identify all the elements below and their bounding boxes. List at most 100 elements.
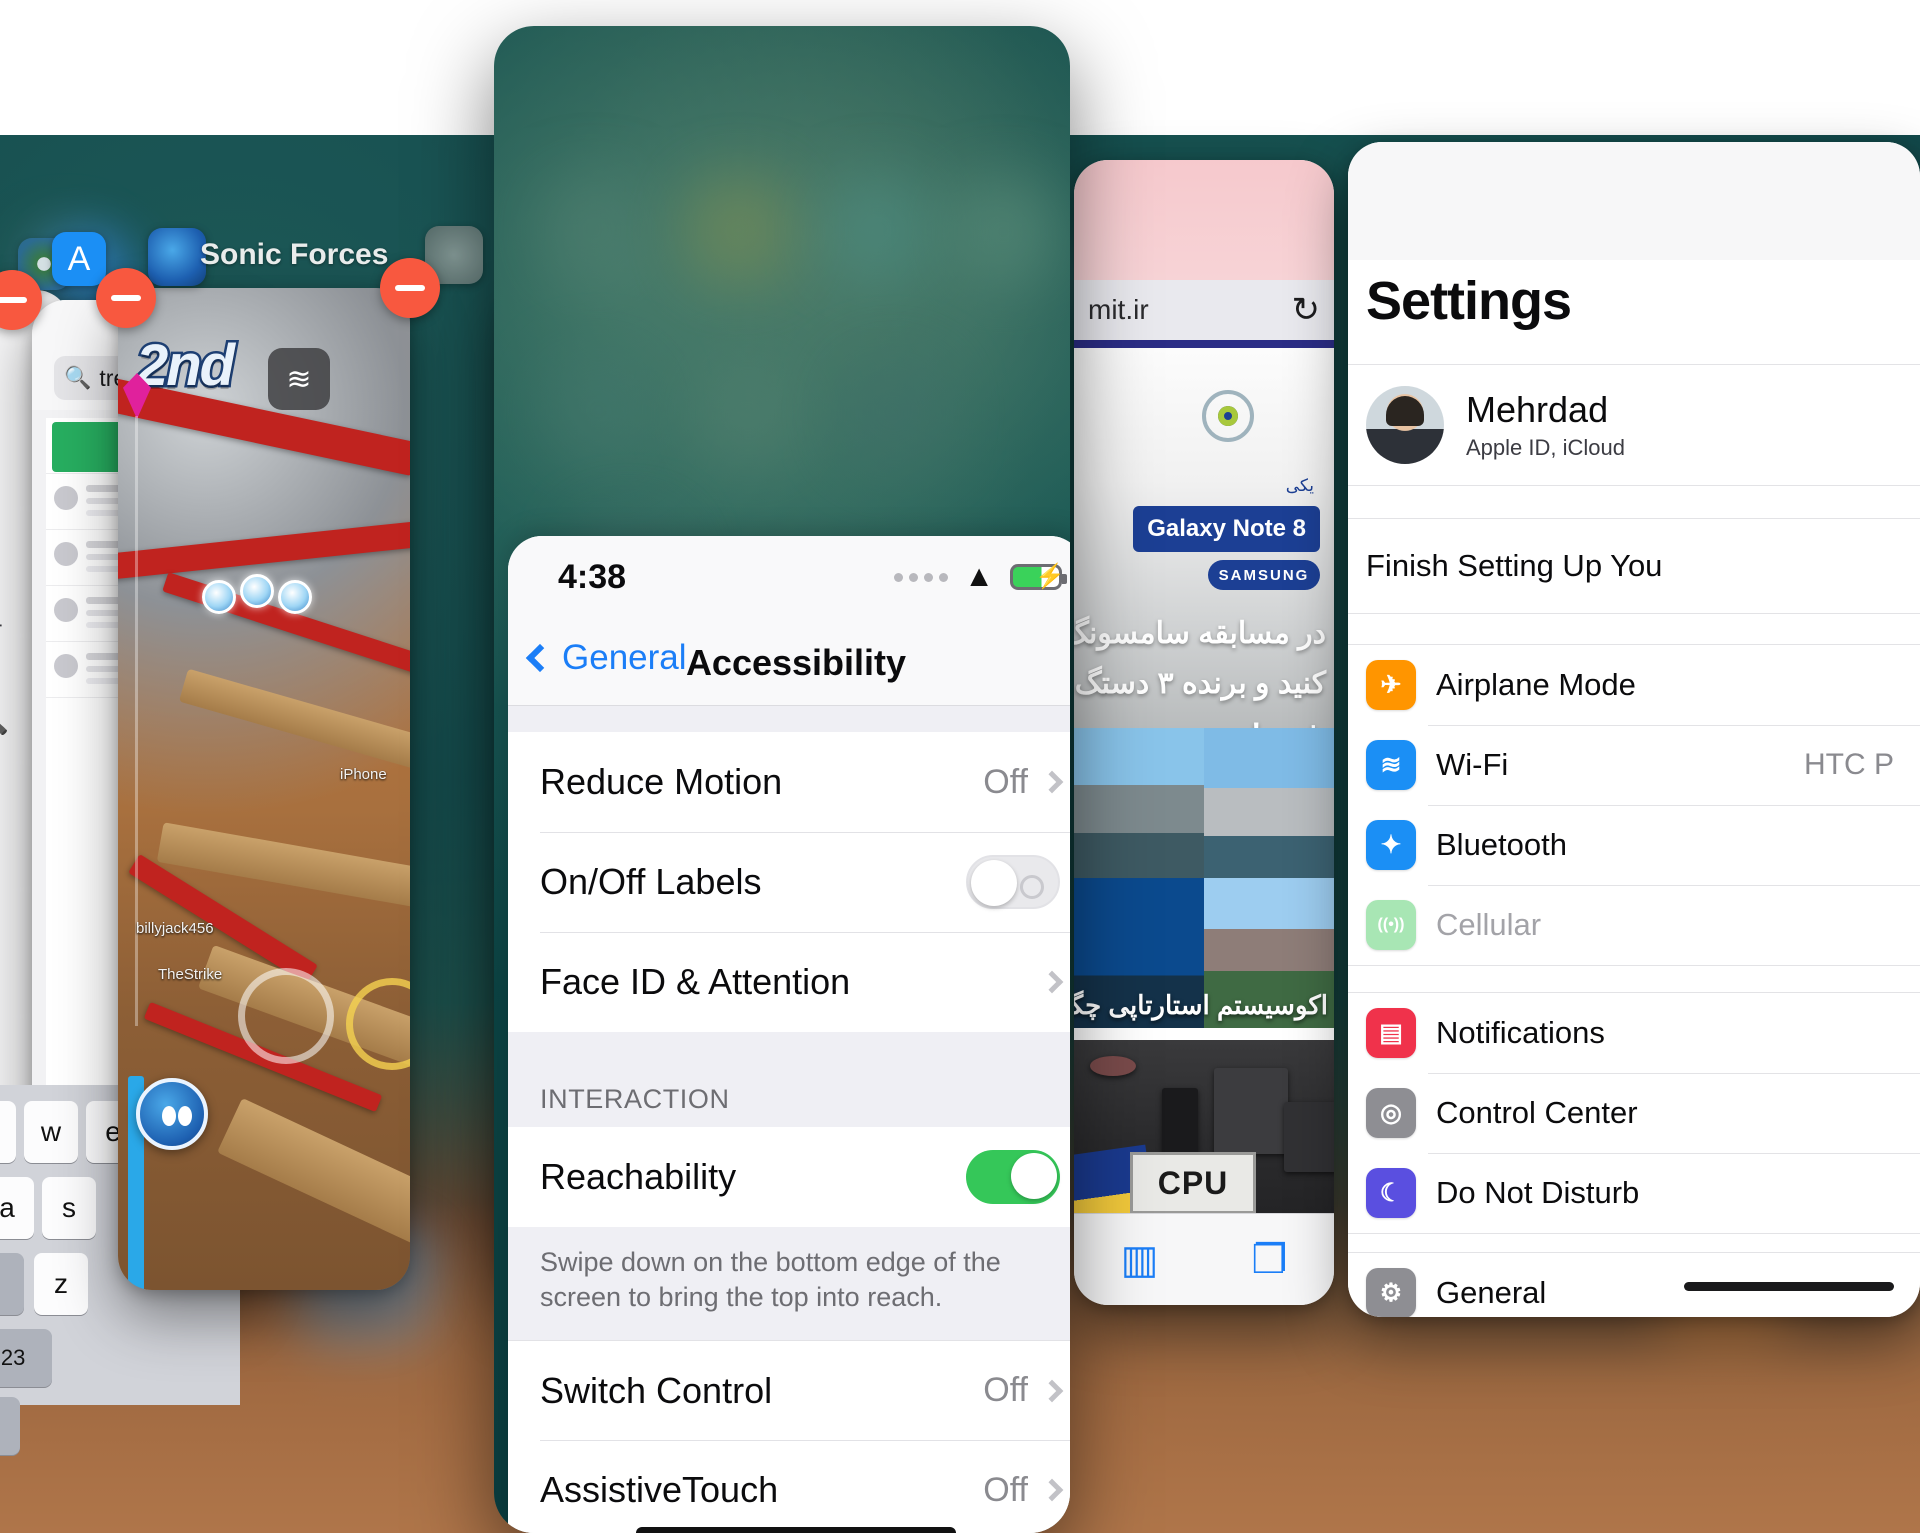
finish-setup-label: Finish Setting Up You [1366, 548, 1663, 583]
reachability-footer-note: Swipe down on the bottom edge of the scr… [508, 1227, 1070, 1341]
ad-headline-1: در مسابقه سامسونگ [1074, 617, 1326, 650]
navigation-bar: General Accessibility [508, 620, 1070, 706]
row-value: Off [983, 1470, 1028, 1509]
finish-setup-row[interactable]: Finish Setting Up You [1348, 518, 1920, 614]
search-icon: 🔍 [64, 365, 92, 390]
settings-row-control-center[interactable]: ◎ Control Center [1348, 1073, 1920, 1153]
key-w[interactable]: w [24, 1101, 78, 1163]
row-switch-control[interactable]: Switch Control Off [508, 1340, 1070, 1441]
advertisement-banner[interactable]: یکی Galaxy Note 8 SAMSUNG در مسابقه سامس… [1074, 348, 1334, 728]
signal-dots-icon [894, 572, 949, 582]
samsung-logo: SAMSUNG [1208, 560, 1320, 590]
settings-row-airplane-mode[interactable]: ✈ Airplane Mode [1348, 645, 1920, 725]
sonic-forces-app-label: Sonic Forces [200, 238, 389, 271]
settings-row-notifications[interactable]: ▤ Notifications [1348, 993, 1920, 1073]
moon-icon: ☾ [1366, 1168, 1416, 1218]
device-label: iPhone [340, 766, 387, 783]
key-q[interactable]: q [0, 1101, 16, 1163]
close-card-button[interactable] [380, 258, 440, 318]
section-header-interaction: INTERACTION [508, 1032, 1070, 1127]
chaos-emerald-icon [278, 580, 312, 614]
grid-image [1074, 728, 1204, 878]
home-indicator [636, 1527, 956, 1533]
ring-icon[interactable] [238, 968, 334, 1064]
app-card-settings-root[interactable]: Settings Mehrdad Apple ID, iCloud Finish… [1348, 142, 1920, 1317]
cellular-icon: ((•)) [1366, 900, 1416, 950]
article-image-grid[interactable] [1074, 728, 1334, 1028]
row-reduce-motion[interactable]: Reduce Motion Off [508, 732, 1070, 832]
home-indicator [1684, 1282, 1894, 1291]
sonic-forces-app-icon [148, 228, 206, 286]
wifi-icon: ≋ [1366, 740, 1416, 790]
accessibility-rows-group-2[interactable]: Switch Control Off AssistiveTouch Off [508, 1340, 1070, 1533]
close-card-button[interactable] [96, 268, 156, 328]
ring-icon[interactable] [346, 978, 410, 1070]
settings-row-cellular[interactable]: ((•)) Cellular [1348, 885, 1920, 965]
accessibility-rows-group-1[interactable]: Reduce Motion Off On/Off Labels Face ID … [508, 732, 1070, 1032]
battery-charging-icon: ⚡ [1010, 564, 1067, 590]
account-subtitle: Apple ID, iCloud [1466, 435, 1625, 460]
back-arrow-icon[interactable]: ← [0, 590, 11, 644]
settings-group-connectivity[interactable]: ✈ Airplane Mode ≋ Wi-Fi HTC P ✦ Bluetoot… [1348, 644, 1920, 966]
accessibility-sheet: 4:38 ▲ ⚡ General Accessibility Reduce Mo… [508, 536, 1070, 1533]
key-s[interactable]: s [42, 1177, 96, 1239]
rank-badge: 2nd [133, 331, 237, 401]
wifi-icon: ▲ [964, 560, 994, 593]
apple-id-row[interactable]: Mehrdad Apple ID, iCloud [1348, 364, 1920, 486]
search-icon[interactable]: 🔍 [0, 690, 10, 737]
key-numbers[interactable]: 123 [0, 1329, 52, 1387]
reload-icon[interactable]: ↻ [1292, 290, 1321, 330]
settings-row-do-not-disturb[interactable]: ☾ Do Not Disturb [1348, 1153, 1920, 1233]
gear-icon: ⚙ [1366, 1268, 1416, 1317]
app-card-accessibility[interactable]: 4:38 ▲ ⚡ General Accessibility Reduce Mo… [494, 26, 1070, 1533]
settings-row-wifi[interactable]: ≋ Wi-Fi HTC P [1348, 725, 1920, 805]
target-icon [1202, 390, 1254, 442]
settings-group-notifications[interactable]: ▤ Notifications ◎ Control Center ☾ Do No… [1348, 992, 1920, 1234]
row-value: Off [983, 1371, 1028, 1410]
key-z[interactable]: z [34, 1253, 88, 1315]
address-bar[interactable]: mit.ir ↻ [1074, 280, 1334, 340]
site-header-bar [1074, 340, 1334, 348]
wifi-value: HTC P [1804, 748, 1894, 781]
key-shift[interactable]: ⇧ [0, 1253, 24, 1315]
page-title: Accessibility [685, 642, 907, 683]
row-assistivetouch[interactable]: AssistiveTouch Off [508, 1440, 1070, 1533]
chevron-right-icon [1040, 1478, 1064, 1502]
app-switcher-screen: Sonic Forces A ← 🔍 🔍 trello ᑎ Trello Org… [0, 0, 1920, 1533]
article-caption: اکوسیستم استارتاپی چگو [1074, 990, 1328, 1020]
reachability-toggle[interactable] [966, 1150, 1060, 1204]
page-title: Settings [1366, 271, 1572, 331]
row-reachability[interactable]: Reachability [508, 1127, 1070, 1227]
settings-row-bluetooth[interactable]: ✦ Bluetooth [1348, 805, 1920, 885]
chaos-emerald-icon [202, 580, 236, 614]
settings-root-statusbar [1348, 142, 1920, 260]
opponent-tag: TheStrike [158, 966, 223, 983]
bookmarks-icon[interactable]: ▥ [1121, 1237, 1159, 1283]
safari-toolbar[interactable]: ▥ ❐ [1074, 1213, 1334, 1305]
accessibility-rows-interaction[interactable]: Reachability [508, 1127, 1070, 1227]
key-a[interactable]: a [0, 1177, 34, 1239]
cpu-article-image: CPU [1074, 1040, 1334, 1213]
app-card-sonic-forces[interactable]: 2nd billyjack456 TheStrike iPhone [118, 288, 410, 1290]
cpu-label: CPU [1130, 1152, 1256, 1213]
avatar [1366, 386, 1444, 464]
ad-headline-2: کنید و برنده ۳ دستگ [1074, 667, 1326, 700]
control-center-icon: ◎ [1366, 1088, 1416, 1138]
tabs-icon[interactable]: ❐ [1252, 1237, 1288, 1283]
grid-image [1204, 728, 1334, 878]
list-spacer [508, 706, 1070, 732]
row-face-id-attention[interactable]: Face ID & Attention [508, 932, 1070, 1032]
player-tag: billyjack456 [136, 920, 214, 937]
app-card-safari[interactable]: mit.ir ↻ یکی Galaxy Note 8 SAMSUNG در مس… [1074, 160, 1334, 1305]
status-time: 4:38 [558, 558, 627, 596]
key-emoji[interactable]: ☺ [0, 1397, 20, 1455]
bluetooth-icon: ✦ [1366, 820, 1416, 870]
safari-top-chrome [1074, 160, 1334, 280]
sonic-avatar [136, 1078, 208, 1150]
on-off-labels-toggle[interactable] [966, 855, 1060, 909]
row-value: Off [983, 762, 1028, 801]
ad-badge: Galaxy Note 8 [1133, 506, 1320, 552]
notifications-icon: ▤ [1366, 1008, 1416, 1058]
row-on-off-labels[interactable]: On/Off Labels [508, 832, 1070, 932]
wifi-icon: ≋ [268, 348, 330, 410]
